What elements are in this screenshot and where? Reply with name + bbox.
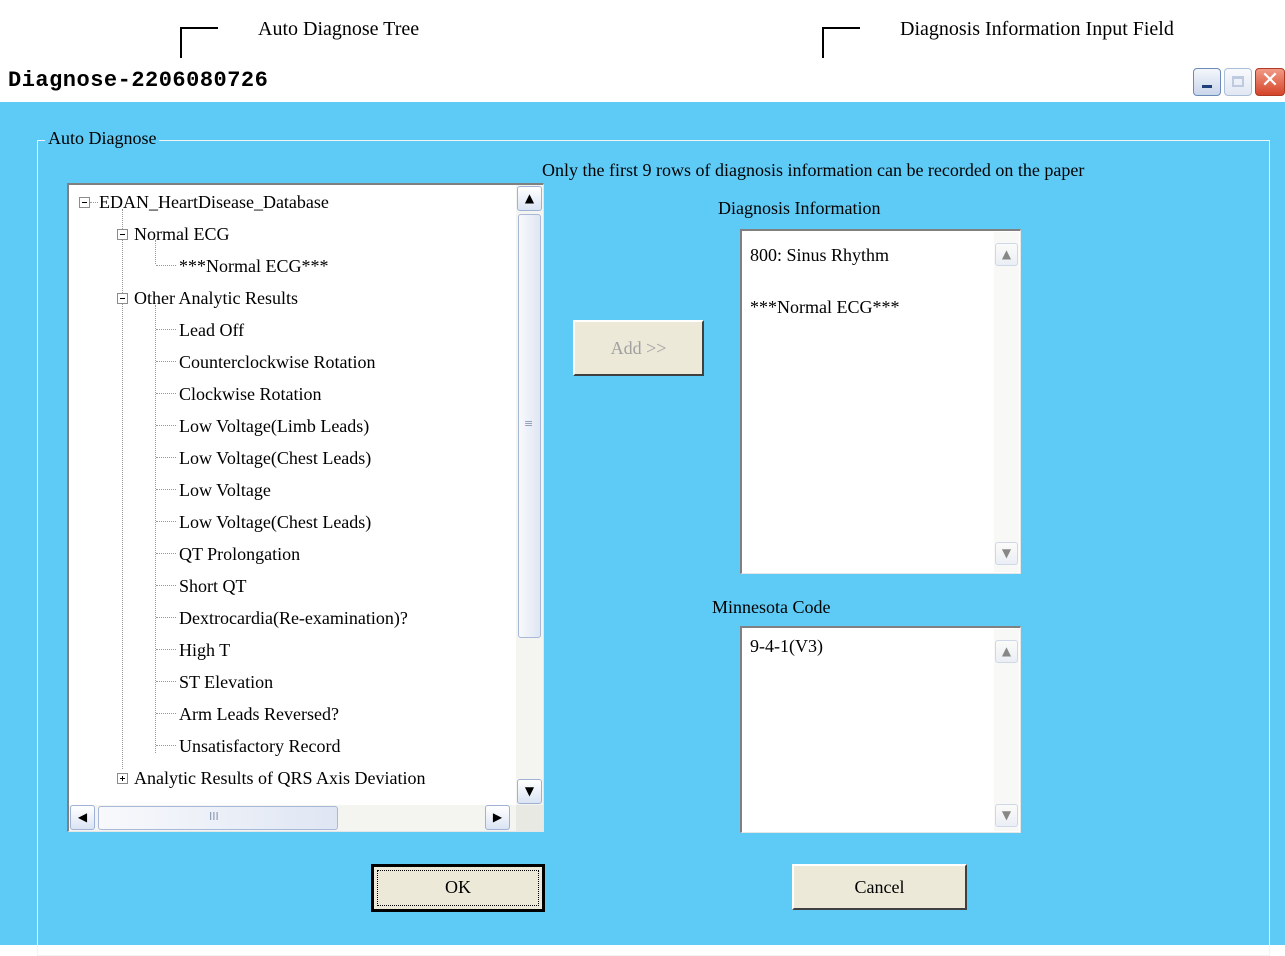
diagnosis-line-1: 800: Sinus Rhythm [750,245,890,265]
auto-diagnose-tree[interactable]: EDAN_HeartDisease_Database Normal ECG **… [67,183,544,832]
scrollbar-corner [516,805,543,831]
tree-leaf-normal-ecg[interactable]: ***Normal ECG*** [179,255,328,277]
qrs-axis-expand-icon[interactable] [117,773,128,784]
annotation-tree-label: Auto Diagnose Tree [258,18,420,40]
tree-leaf-dextrocardia[interactable]: Dextrocardia(Re-examination)? [179,607,408,629]
diagnosis-line-3: ***Normal ECG*** [750,297,900,317]
scroll-right-icon[interactable]: ▶ [485,805,510,830]
tree-leaf-low-voltage-limb[interactable]: Low Voltage(Limb Leads) [179,415,369,437]
minnesota-scrollbar[interactable]: ▲ ▼ [994,629,1019,831]
window-title: Diagnose-2206080726 [8,68,269,93]
annotation-input-label: Diagnosis Information Input Field [900,18,1174,40]
minnesota-scroll-down-icon[interactable]: ▼ [995,804,1018,827]
tree-leaf-cw-rotation[interactable]: Clockwise Rotation [179,383,322,405]
annotation-tree-line-h [180,27,218,29]
add-button[interactable]: Add >> [573,320,704,376]
tree-leaf-low-voltage-chest-2[interactable]: Low Voltage(Chest Leads) [179,511,371,533]
diagnosis-scroll-down-icon[interactable]: ▼ [995,542,1018,565]
scroll-down-icon[interactable]: ▼ [517,779,542,804]
tree-node-other-results[interactable]: Other Analytic Results [134,287,298,309]
tree-leaf-st-elevation[interactable]: ST Elevation [179,671,273,693]
diagnosis-scroll-up-icon[interactable]: ▲ [995,243,1018,266]
minimize-icon[interactable] [1193,68,1221,96]
minnesota-scroll-up-icon[interactable]: ▲ [995,640,1018,663]
close-icon[interactable]: ✕ [1255,68,1285,96]
tree-leaf-short-qt[interactable]: Short QT [179,575,247,597]
root-collapse-icon[interactable] [79,197,90,208]
other-results-collapse-icon[interactable] [117,293,128,304]
scroll-grip-icon: ≡ [524,417,534,430]
tree-leaf-lead-off[interactable]: Lead Off [179,319,244,341]
diagnosis-information-label: Diagnosis Information [718,198,881,218]
tree-leaf-low-voltage[interactable]: Low Voltage [179,479,271,501]
scroll-grip-h-icon: III [209,810,219,823]
tree-node-normal-ecg[interactable]: Normal ECG [134,223,229,245]
tree-leaf-unsatisfactory-record[interactable]: Unsatisfactory Record [179,735,340,757]
paper-row-limit-notice: Only the first 9 rows of diagnosis infor… [542,160,1085,180]
cancel-button[interactable]: Cancel [792,864,967,910]
scroll-left-icon[interactable]: ◀ [70,805,95,830]
tree-leaf-qt-prolongation[interactable]: QT Prolongation [179,543,300,565]
tree-root[interactable]: EDAN_HeartDisease_Database [99,191,329,213]
ok-button[interactable]: OK [371,864,545,912]
tree-node-qrs-axis[interactable]: Analytic Results of QRS Axis Deviation [134,767,426,789]
tree-leaf-ccw-rotation[interactable]: Counterclockwise Rotation [179,351,375,373]
tree-horizontal-scrollbar[interactable]: ◀ III ▶ [69,805,517,831]
annotation-input-line-h [822,27,860,29]
minnesota-code-label: Minnesota Code [712,597,831,617]
diagnosis-scrollbar[interactable]: ▲ ▼ [994,232,1019,572]
tree-vertical-scrollbar[interactable]: ▲ ≡ ▼ [516,185,543,805]
maximize-icon[interactable] [1224,68,1252,96]
scroll-up-icon[interactable]: ▲ [517,186,542,211]
title-bar[interactable]: Diagnose-2206080726 ✕ [0,58,1285,102]
tree-leaf-arm-leads-reversed[interactable]: Arm Leads Reversed? [179,703,339,725]
minnesota-line-1: 9-4-1(V3) [750,636,823,656]
tree-leaf-high-t[interactable]: High T [179,639,230,661]
tree-leaf-low-voltage-chest[interactable]: Low Voltage(Chest Leads) [179,447,371,469]
minnesota-code-field[interactable]: 9-4-1(V3) ▲ ▼ [740,626,1021,833]
auto-diagnose-group-title: Auto Diagnose [45,128,160,149]
diagnosis-information-field[interactable]: 800: Sinus Rhythm ***Normal ECG*** ▲ ▼ [740,229,1021,574]
ok-button-label: OK [445,877,471,897]
normal-ecg-collapse-icon[interactable] [117,229,128,240]
